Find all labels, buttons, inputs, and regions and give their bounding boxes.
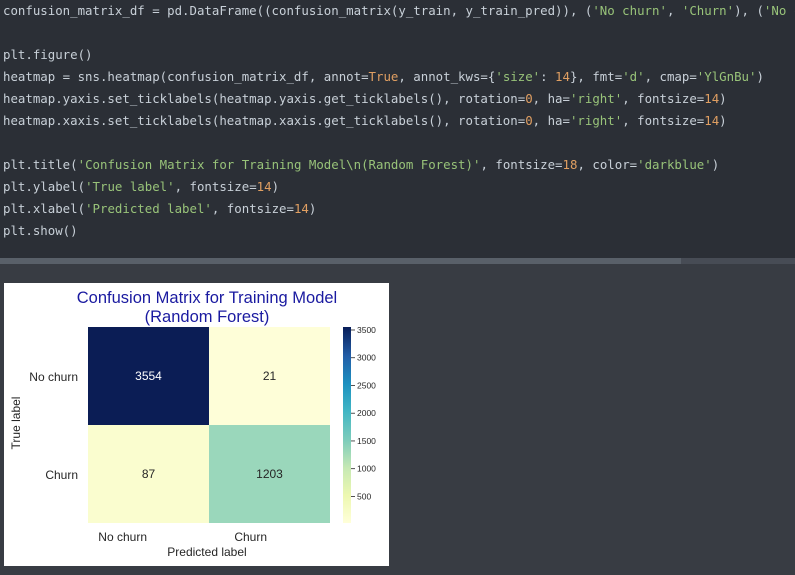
cell-value-label: 21 bbox=[263, 369, 277, 383]
code-token: ), ( bbox=[734, 3, 764, 18]
code-token: 'right' bbox=[569, 113, 623, 128]
code-token: 14 bbox=[555, 69, 570, 84]
code-token: plt.title( bbox=[3, 157, 78, 172]
code-token: }, fmt= bbox=[569, 69, 623, 84]
code-token: ) bbox=[271, 179, 280, 194]
code-line[interactable]: plt.ylabel('True label', fontsize=14) bbox=[3, 179, 279, 195]
code-token: 18 bbox=[562, 157, 578, 172]
colorbar-tick-label: 1000 bbox=[357, 464, 376, 474]
x-tick-label-no-churn: No churn bbox=[98, 530, 147, 544]
y-axis-label: True label bbox=[9, 397, 23, 450]
colorbar bbox=[343, 327, 351, 523]
code-token: heatmap.xaxis.set_ticklabels(heatmap.xax… bbox=[3, 113, 526, 128]
y-tick-label-no-churn: No churn bbox=[29, 370, 78, 384]
colorbar-tick-label: 500 bbox=[357, 491, 371, 501]
code-token: , fontsize= bbox=[174, 179, 257, 194]
code-token: 14 bbox=[704, 113, 720, 128]
code-line[interactable]: plt.show() bbox=[3, 223, 78, 239]
code-token: plt.ylabel( bbox=[3, 179, 86, 194]
code-line[interactable]: confusion_matrix_df = pd.DataFrame((conf… bbox=[3, 3, 795, 19]
code-token: ) bbox=[756, 69, 764, 84]
code-token: , annot_kws={ bbox=[398, 69, 496, 84]
code-token: , fontsize= bbox=[622, 91, 705, 106]
code-token: 'size' bbox=[495, 69, 541, 84]
code-token: 14 bbox=[256, 179, 272, 194]
code-token: ) bbox=[711, 157, 720, 172]
code-token: 'Churn' bbox=[681, 3, 735, 18]
chart-title-line-1: Confusion Matrix for Training Model bbox=[77, 289, 337, 307]
code-token: 0 bbox=[525, 113, 533, 128]
code-token: heatmap = sns.heatmap(confusion_matrix_d… bbox=[3, 69, 369, 84]
code-token: plt.show() bbox=[3, 223, 78, 238]
code-token: 'd' bbox=[622, 69, 645, 84]
code-line[interactable]: heatmap.yaxis.set_ticklabels(heatmap.yax… bbox=[3, 91, 727, 107]
code-token: 'Confusion Matrix for Training Model\n(R… bbox=[77, 157, 481, 172]
colorbar-tick-label: 1500 bbox=[357, 436, 376, 446]
code-token: 'No churn' bbox=[592, 3, 667, 18]
x-tick-label-churn: Churn bbox=[234, 530, 267, 544]
code-token: True bbox=[368, 69, 399, 84]
code-line[interactable]: plt.xlabel('Predicted label', fontsize=1… bbox=[3, 201, 316, 217]
cell-value-label: 87 bbox=[142, 467, 156, 481]
code-token: 0 bbox=[525, 91, 533, 106]
cell-value-label: 3554 bbox=[135, 369, 162, 383]
y-tick-label-churn: Churn bbox=[45, 468, 78, 482]
x-axis-label: Predicted label bbox=[167, 545, 246, 559]
code-cell[interactable]: confusion_matrix_df = pd.DataFrame((conf… bbox=[0, 0, 795, 258]
colorbar-tick-label: 3500 bbox=[357, 325, 376, 335]
code-token: ) bbox=[308, 201, 317, 216]
code-token: , bbox=[666, 3, 682, 18]
code-token: , color= bbox=[577, 157, 638, 172]
code-token: 'darkblue' bbox=[637, 157, 712, 172]
confusion-matrix-chart: Confusion Matrix for Training Model (Ran… bbox=[9, 289, 376, 559]
code-token: 'Predicted label' bbox=[85, 201, 212, 216]
code-token: : bbox=[540, 69, 556, 84]
code-token: plt.figure() bbox=[3, 47, 93, 62]
code-line[interactable]: plt.title('Confusion Matrix for Training… bbox=[3, 157, 719, 173]
code-token: 'YlGnBu' bbox=[696, 69, 757, 84]
colorbar-tick-label: 2000 bbox=[357, 408, 376, 418]
code-token: plt.xlabel( bbox=[3, 201, 86, 216]
code-token: 14 bbox=[704, 91, 720, 106]
code-token: , ha= bbox=[532, 91, 570, 106]
code-token: , fontsize= bbox=[622, 113, 705, 128]
code-token: heatmap.yaxis.set_ticklabels(heatmap.yax… bbox=[3, 91, 526, 106]
code-token: , cmap= bbox=[644, 69, 697, 84]
code-line[interactable]: heatmap = sns.heatmap(confusion_matrix_d… bbox=[3, 69, 764, 85]
code-token: ) bbox=[719, 113, 727, 128]
code-token: , fontsize= bbox=[211, 201, 294, 216]
code-token: confusion_matrix_df = pd.DataFrame((conf… bbox=[3, 3, 593, 18]
cell-value-label: 1203 bbox=[256, 467, 283, 481]
code-token: 'True label' bbox=[85, 179, 175, 194]
code-token: 14 bbox=[293, 201, 309, 216]
code-token: , ha= bbox=[532, 113, 570, 128]
code-line[interactable]: plt.figure() bbox=[3, 47, 93, 63]
chart-title-line-2: (Random Forest) bbox=[145, 308, 270, 326]
code-token: , fontsize= bbox=[480, 157, 563, 172]
colorbar-tick-label: 2500 bbox=[357, 380, 376, 390]
colorbar-tick-label: 3000 bbox=[357, 353, 376, 363]
code-token: ) bbox=[719, 91, 727, 106]
code-token: 'No c bbox=[763, 3, 795, 18]
code-line[interactable]: heatmap.xaxis.set_ticklabels(heatmap.xax… bbox=[3, 113, 727, 129]
code-token: 'right' bbox=[569, 91, 623, 106]
heatmap-figure: Confusion Matrix for Training Model (Ran… bbox=[4, 283, 389, 566]
